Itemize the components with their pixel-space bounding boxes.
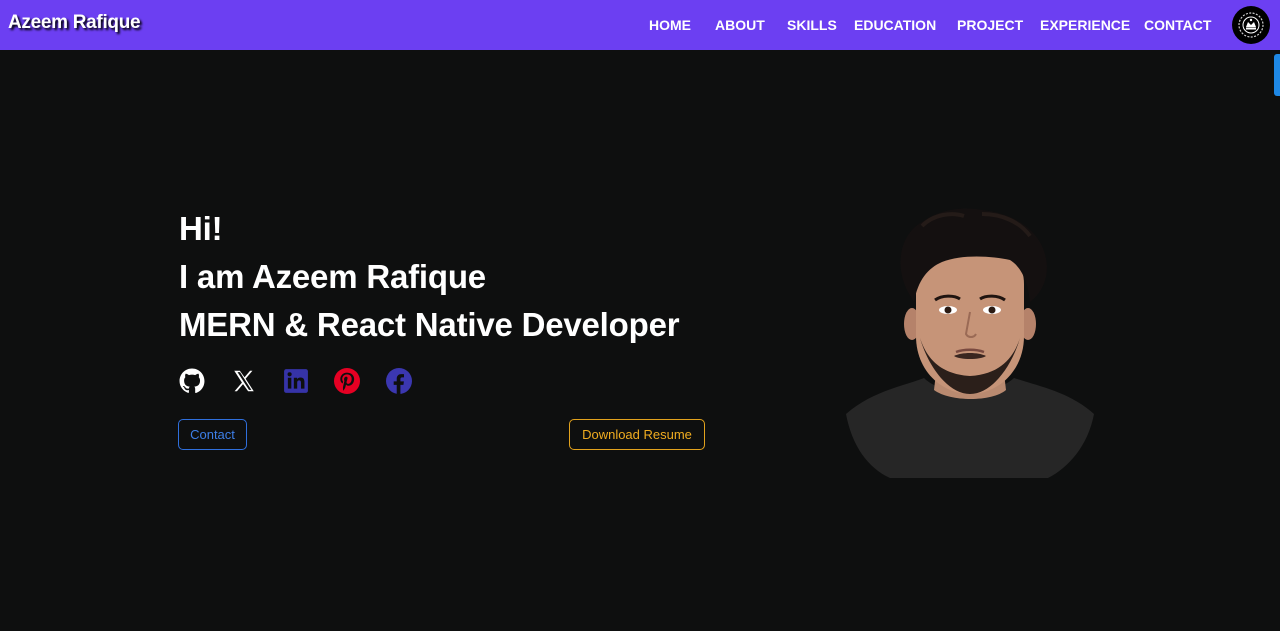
hero-role-line: MERN & React Native Developer — [179, 306, 680, 343]
pinterest-icon[interactable] — [334, 368, 360, 394]
nav-link-about[interactable]: ABOUT — [715, 17, 765, 33]
nav-link-skills[interactable]: SKILLS — [787, 17, 837, 33]
nav-link-education[interactable]: EDUCATION — [854, 17, 936, 33]
nav-link-experience[interactable]: EXPERIENCE — [1040, 17, 1130, 33]
hero-name-line: I am Azeem Rafique — [179, 258, 486, 295]
nav-link-project[interactable]: PROJECT — [957, 17, 1023, 33]
hero-greeting: Hi! — [179, 210, 223, 247]
download-resume-button[interactable]: Download Resume — [569, 419, 705, 450]
nav-link-contact[interactable]: CONTACT — [1144, 17, 1211, 33]
facebook-icon[interactable] — [386, 368, 412, 394]
nav-menu: HOME ABOUT SKILLS EDUCATION PROJECT EXPE… — [0, 17, 1280, 35]
emblem-icon — [1238, 12, 1264, 38]
profile-portrait — [842, 206, 1098, 480]
nav-link-home[interactable]: HOME — [649, 17, 691, 33]
hero-intro: Hi! I am Azeem Rafique MERN & React Nati… — [179, 205, 680, 349]
linkedin-icon[interactable] — [283, 368, 309, 394]
top-navbar: Azeem Rafique HOME ABOUT SKILLS EDUCATIO… — [0, 0, 1280, 50]
scrollbar-thumb[interactable] — [1274, 54, 1280, 96]
contact-button[interactable]: Contact — [178, 419, 247, 450]
github-icon[interactable] — [179, 368, 205, 394]
profile-emblem-avatar[interactable] — [1232, 6, 1270, 44]
x-twitter-icon[interactable] — [231, 368, 257, 394]
